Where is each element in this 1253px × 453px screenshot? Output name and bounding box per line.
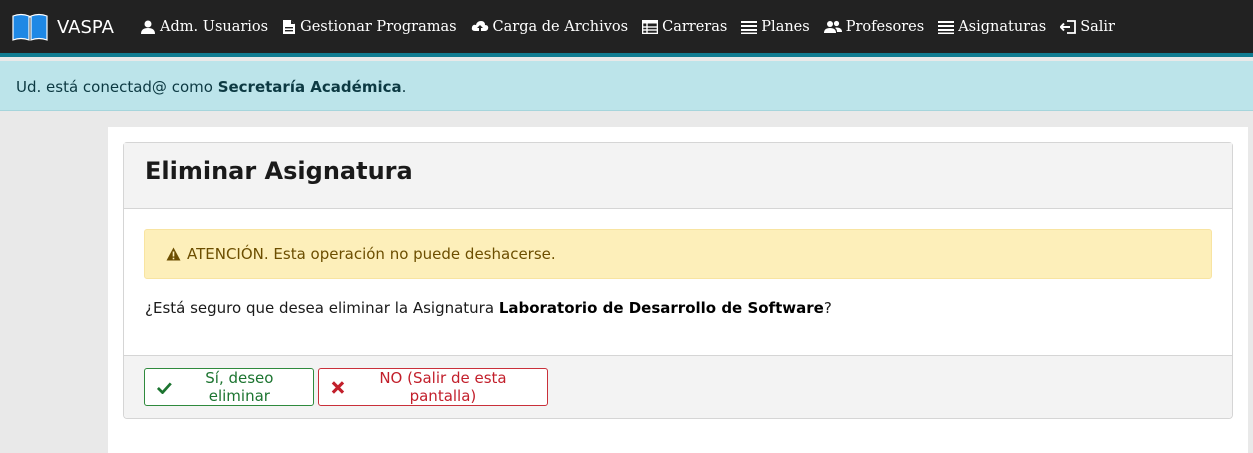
nav-item-carga-archivos[interactable]: Carga de Archivos: [471, 19, 629, 35]
nav-item-profesores[interactable]: Profesores: [823, 19, 925, 35]
nav-item-adm-usuarios[interactable]: Adm. Usuarios: [140, 19, 268, 35]
table-icon: [642, 20, 659, 34]
users-icon: [823, 20, 842, 33]
warning-icon: [166, 247, 181, 261]
question-prefix: ¿Está seguro que desea eliminar la Asign…: [145, 299, 499, 317]
nav-item-salir[interactable]: Salir: [1060, 19, 1115, 35]
cancel-label: NO (Salir de esta pantalla): [379, 369, 507, 405]
nav-label: Carga de Archivos: [492, 19, 629, 35]
cloud-upload-icon: [471, 21, 488, 33]
brand[interactable]: VASPA: [12, 11, 114, 43]
confirmation-question: ¿Está seguro que desea eliminar la Asign…: [145, 299, 832, 317]
nav-label: Profesores: [845, 19, 925, 35]
session-prefix: Ud. está conectad@ como: [16, 78, 218, 96]
nav-label: Planes: [761, 19, 810, 35]
main-content: Eliminar Asignatura ATENCIÓN. Esta opera…: [108, 127, 1248, 453]
document-icon: [283, 20, 296, 34]
page-title: Eliminar Asignatura: [124, 143, 1232, 209]
nav-label: Carreras: [662, 19, 728, 35]
brand-name: VASPA: [57, 16, 114, 38]
user-icon: [141, 20, 155, 34]
open-book-icon: [12, 13, 48, 41]
warning-text: ATENCIÓN. Esta operación no puede deshac…: [187, 245, 556, 263]
logout-icon: [1060, 20, 1077, 34]
delete-subject-card: Eliminar Asignatura ATENCIÓN. Esta opera…: [123, 142, 1233, 419]
question-suffix: ?: [823, 299, 832, 317]
nav-item-planes[interactable]: Planes: [741, 19, 810, 35]
session-info-bar: Ud. está conectad@ como Secretaría Acadé…: [0, 61, 1253, 111]
nav-label: Gestionar Programas: [300, 19, 457, 35]
nav-label: Salir: [1080, 19, 1115, 35]
session-suffix: .: [401, 78, 407, 96]
warning-alert: ATENCIÓN. Esta operación no puede deshac…: [144, 229, 1212, 279]
nav-item-carreras[interactable]: Carreras: [642, 19, 727, 35]
nav-label: Asignaturas: [958, 19, 1047, 35]
session-role: Secretaría Académica: [217, 78, 402, 96]
close-icon: [331, 380, 345, 394]
nav-item-asignaturas[interactable]: Asignaturas: [938, 19, 1046, 35]
card-footer: Sí, deseo eliminar NO (Salir de esta pan…: [124, 355, 1232, 418]
top-navbar: VASPA Adm. Usuarios Gestionar Programas …: [0, 0, 1253, 57]
confirm-delete-label: Sí, deseo eliminar: [205, 369, 274, 405]
cancel-button[interactable]: NO (Salir de esta pantalla): [318, 368, 548, 406]
list-icon: [741, 21, 758, 34]
nav-label: Adm. Usuarios: [160, 19, 269, 35]
check-icon: [157, 381, 172, 394]
subject-name: Laboratorio de Desarrollo de Software: [498, 299, 824, 317]
nav-menu: Adm. Usuarios Gestionar Programas Carga …: [140, 19, 1129, 35]
nav-item-gestionar-programas[interactable]: Gestionar Programas: [282, 19, 457, 35]
list-icon: [938, 21, 955, 34]
confirm-delete-button[interactable]: Sí, deseo eliminar: [144, 368, 314, 406]
